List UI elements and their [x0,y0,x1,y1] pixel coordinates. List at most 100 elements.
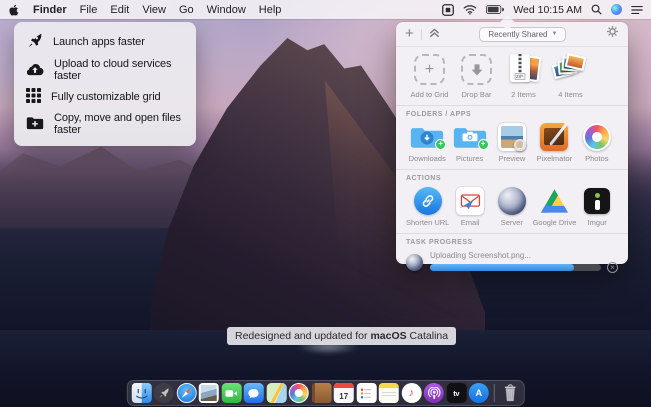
dock-icon-trash[interactable] [500,383,520,403]
pixelmator-app-icon [540,123,568,151]
feature-callout-panel: Launch apps faster Upload to cloud servi… [14,22,196,146]
spotlight-search-icon[interactable] [591,4,602,15]
cancel-task-button[interactable]: × [607,262,618,273]
dock-separator [494,384,495,402]
email-icon [456,187,484,215]
wifi-icon[interactable] [463,4,477,15]
desktop: Finder File Edit View Go Window Help Wed… [0,0,651,407]
dock-icon-messages[interactable] [244,383,264,403]
dock-icon-calendar[interactable]: 17 [334,383,354,403]
preview-app-icon [498,123,526,151]
task-label: Uploading Screenshot.png... [430,251,618,260]
menu-item-window[interactable]: Window [207,4,246,16]
apple-icon[interactable] [8,3,20,17]
dock-icon-photos[interactable] [289,383,309,403]
task-progress-row: Uploading Screenshot.png... × [406,251,618,273]
actions-row: Shorten URL Email Server [406,187,618,227]
menu-item-help[interactable]: Help [259,4,282,16]
menu-item-go[interactable]: Go [179,4,194,16]
dock-icon-reminders[interactable] [356,383,376,403]
collapse-button[interactable] [429,25,440,43]
add-button[interactable]: + [405,28,414,40]
google-drive-cell[interactable]: Google Drive [533,187,577,227]
dock-icon-books[interactable] [311,383,331,403]
photos-cell[interactable]: Photos [576,123,618,163]
dock-icon-podcasts[interactable] [424,383,444,403]
feature-label: Launch apps faster [53,36,145,48]
dock-icon-tv[interactable]: tv [446,383,466,403]
pixelmator-cell[interactable]: Pixelmator [533,123,575,163]
feature-label: Upload to cloud services faster [54,58,184,82]
calendar-day: 17 [339,390,348,403]
menu-item-finder[interactable]: Finder [33,4,67,16]
folders-apps-row: + Downloads + Pictures [406,123,618,163]
header-divider [421,29,422,40]
dock-icon-preview[interactable] [199,383,219,403]
progress-bar [430,264,601,271]
pictures-cell[interactable]: + Pictures [448,123,490,163]
photo-stack-icon [552,54,590,85]
dock-icon-safari[interactable] [176,383,196,403]
feature-row: Fully customizable grid [26,88,184,106]
folder-plus-icon [26,116,44,133]
shared-zip-cell[interactable]: ZIP 2 Items [500,52,547,99]
downloads-cell[interactable]: + Downloads [406,123,448,163]
dock-icon-music[interactable]: ♪ [401,383,421,403]
chevron-down-icon: ▼ [551,31,557,37]
notification-center-icon[interactable] [631,5,643,15]
dock-icon-notes[interactable] [379,383,399,403]
battery-icon[interactable] [486,5,504,14]
shared-photos-cell[interactable]: 4 Items [547,52,594,99]
plus-icon: + [425,62,434,78]
menu-item-edit[interactable]: Edit [110,4,129,16]
siri-icon[interactable] [611,4,622,15]
drop-grid-row: + Add to Grid Drop Bar ZIP [406,52,618,99]
section-title-folders-apps: FOLDERS / APPS [396,105,628,118]
feature-label: Fully customizable grid [51,91,161,103]
drop-bar-cell[interactable]: Drop Bar [453,52,500,99]
menu-item-view[interactable]: View [142,4,166,16]
feature-row: Copy, move and open files faster [26,112,184,136]
menubar-clock[interactable]: Wed 10:15 AM [513,4,582,16]
section-title-task-progress: TASK PROGRESS [396,233,628,246]
email-cell[interactable]: Email [449,187,491,227]
green-plus-badge: + [435,139,446,150]
green-plus-badge: + [478,139,489,150]
shorten-url-cell[interactable]: Shorten URL [406,187,449,227]
section-title-actions: ACTIONS [396,169,628,182]
feature-label: Copy, move and open files faster [54,112,184,136]
google-drive-icon [541,189,568,213]
recently-shared-dropdown[interactable]: Recently Shared ▼ [479,27,566,42]
music-note-icon: ♪ [409,387,415,399]
imgur-icon [584,188,610,214]
down-arrow-icon [470,63,484,77]
settings-gear-button[interactable] [606,25,619,43]
add-to-grid-cell[interactable]: + Add to Grid [406,52,453,99]
dock: 17 ♪ tv A [126,380,525,406]
dock-icon-maps[interactable] [266,383,286,403]
feature-row: Upload to cloud services faster [26,58,184,82]
dock-icon-app-store[interactable]: A [469,383,489,403]
menu-item-file[interactable]: File [80,4,98,16]
tv-logo: tv [453,389,459,398]
preview-cell[interactable]: Preview [491,123,533,163]
server-cell[interactable]: Server [491,187,533,227]
downloads-folder-icon: + [410,124,444,151]
zip-file-icon: ZIP [507,53,541,87]
popover-header: + Recently Shared ▼ [396,22,628,47]
imgur-cell[interactable]: Imgur [576,187,618,227]
dock-icon-finder[interactable] [131,383,151,403]
rocket-icon [26,32,43,52]
dropzone-popover: + Recently Shared ▼ + Add to Grid [396,22,628,264]
server-globe-icon [498,187,526,215]
caption-banner: Redesigned and updated for macOS Catalin… [227,327,456,345]
cloud-upload-icon [26,62,44,79]
progress-fill [430,264,574,271]
grid-icon [26,88,41,106]
dock-icon-dropzone[interactable] [154,383,174,403]
photos-app-icon [583,123,611,151]
dropzone-menubar-icon[interactable] [442,4,454,16]
appstore-letter: A [475,388,482,399]
dock-icon-facetime[interactable] [221,383,241,403]
task-globe-icon [406,254,423,271]
